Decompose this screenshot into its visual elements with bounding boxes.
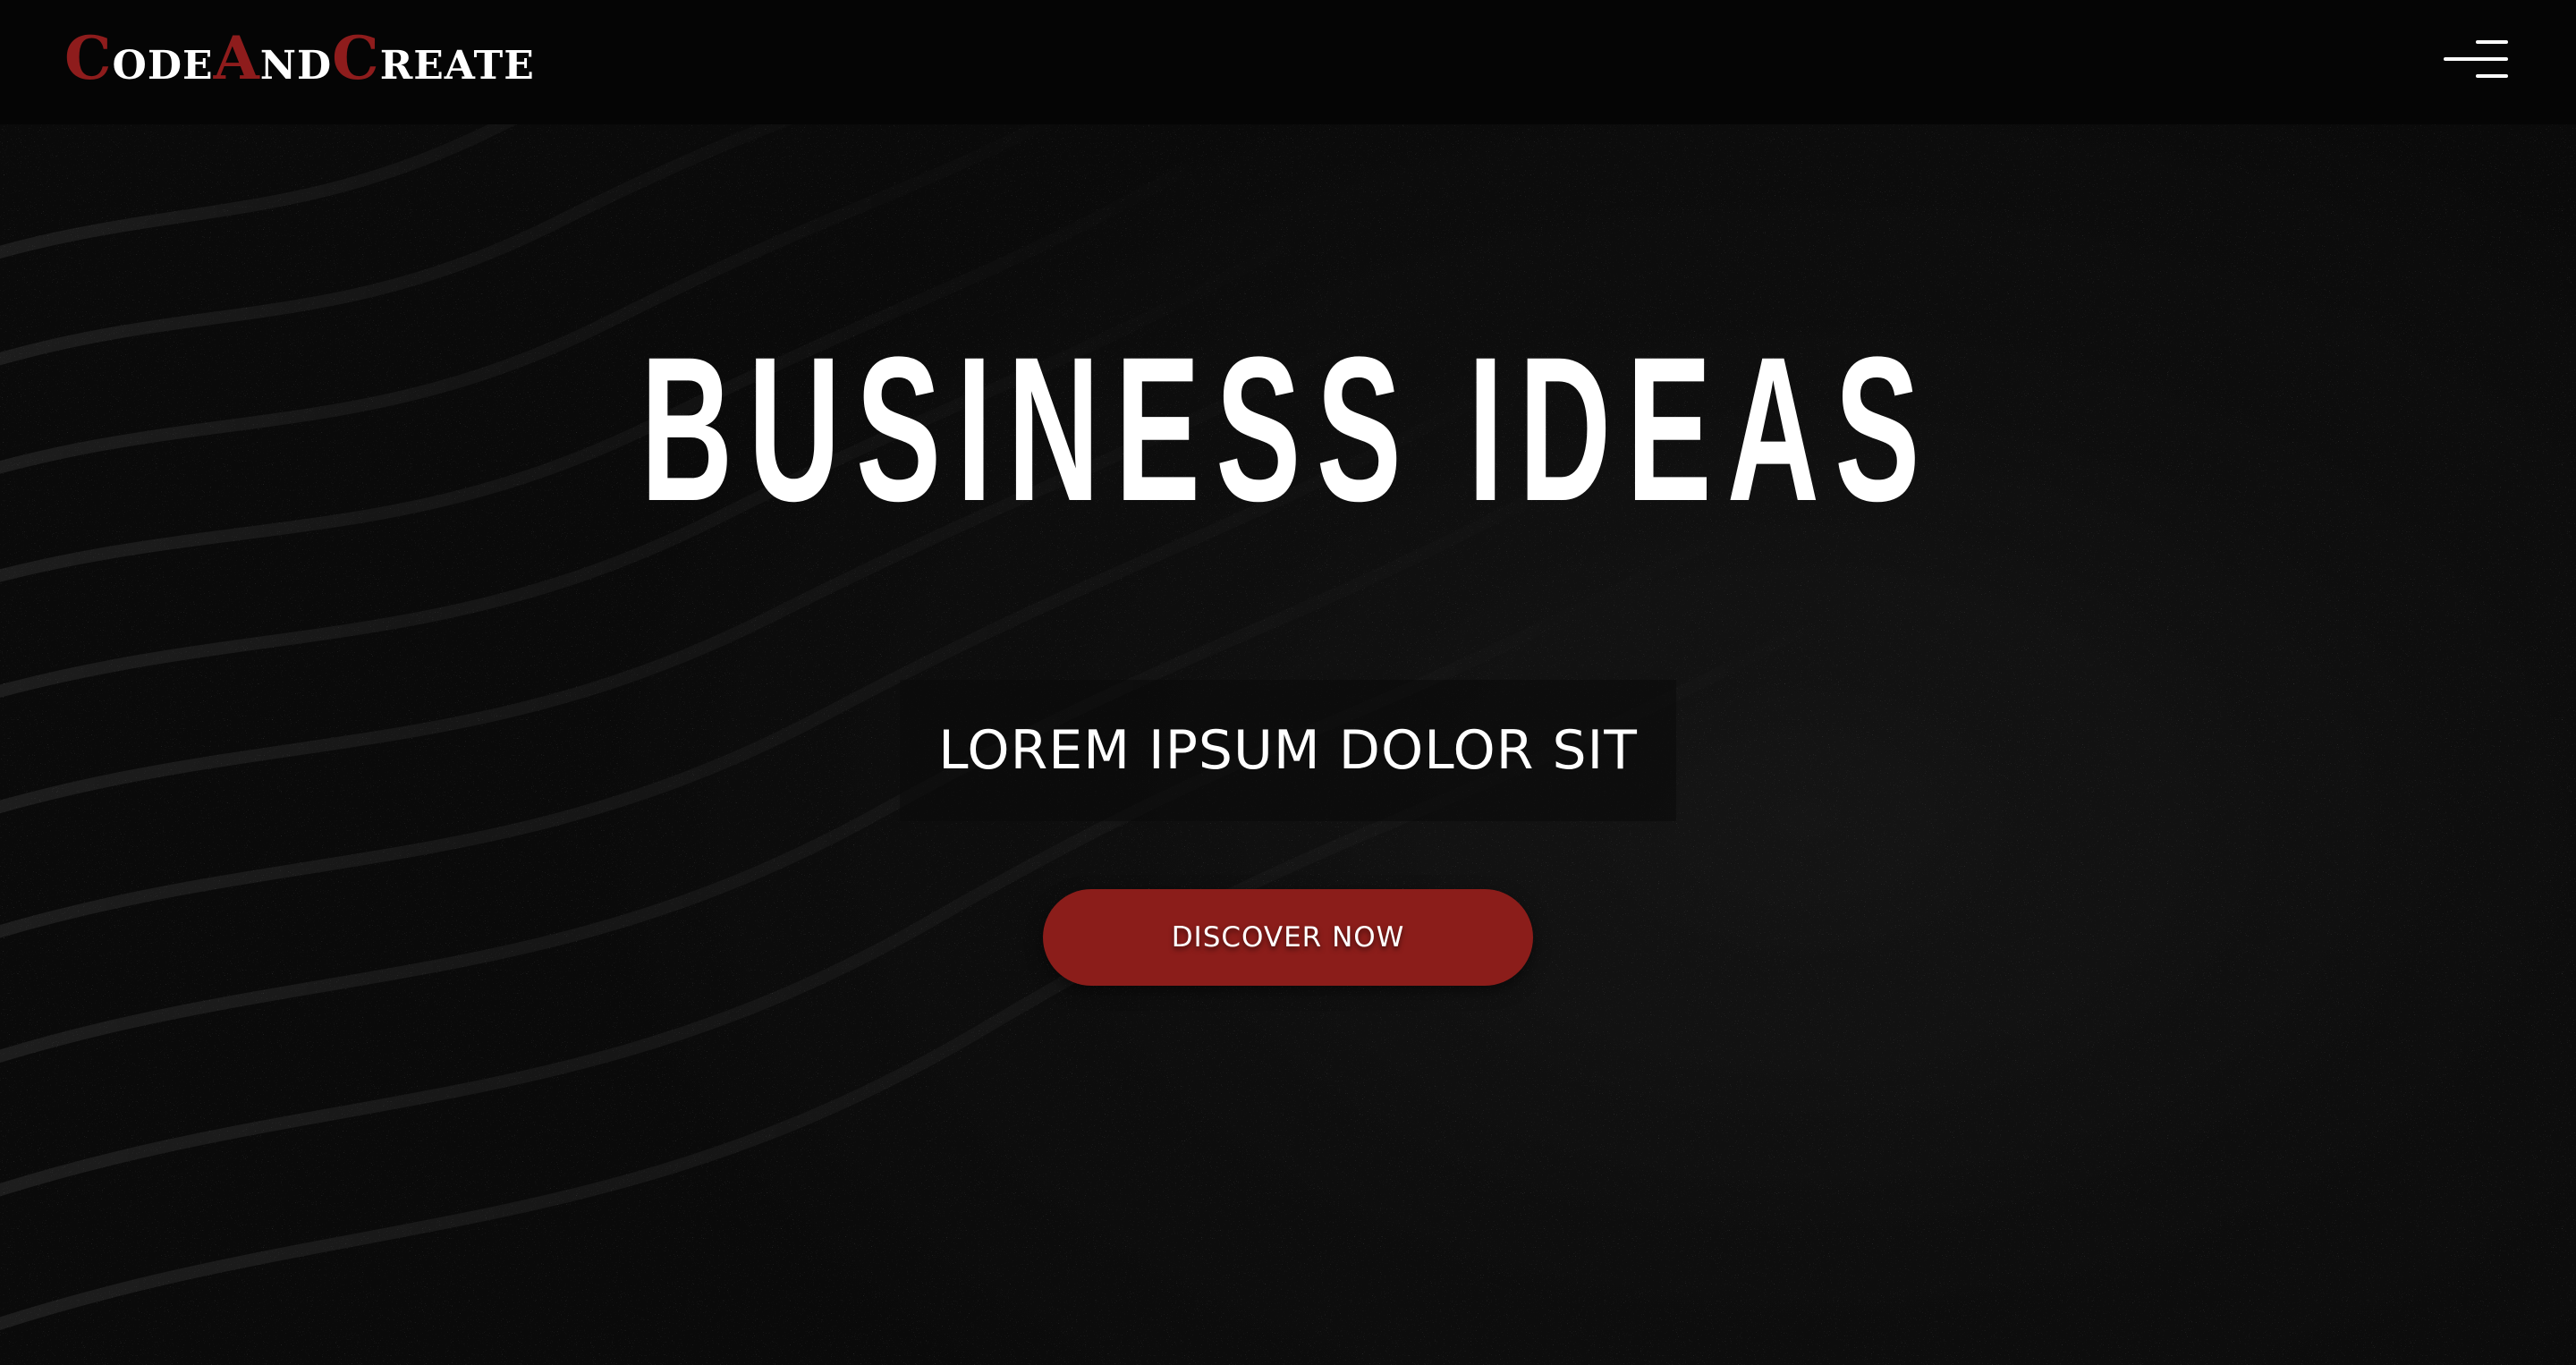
brand-logo[interactable]: Code And Create [64,25,535,88]
menu-line-top [2476,40,2508,44]
discover-now-button[interactable]: DISCOVER NOW [1043,889,1533,986]
logo-word-nd: nd [259,43,333,89]
logo-letter-c2: C [332,23,380,93]
hero-subtitle-box: LOREM IPSUM DOLOR SIT [900,680,1676,821]
hero-subtitle: LOREM IPSUM DOLOR SIT [938,719,1638,782]
menu-line-middle [2444,57,2508,61]
hamburger-menu-icon[interactable] [2440,36,2512,86]
logo-letter-c1: C [64,23,113,93]
logo-letter-a: A [213,23,260,93]
site-header: Code And Create [0,0,2576,124]
hero-headline: BUSINESS IDEAS [640,314,1936,544]
logo-word-reate: reate [379,43,535,89]
menu-line-bottom [2476,74,2508,78]
logo-word-ode: ode [112,43,214,89]
